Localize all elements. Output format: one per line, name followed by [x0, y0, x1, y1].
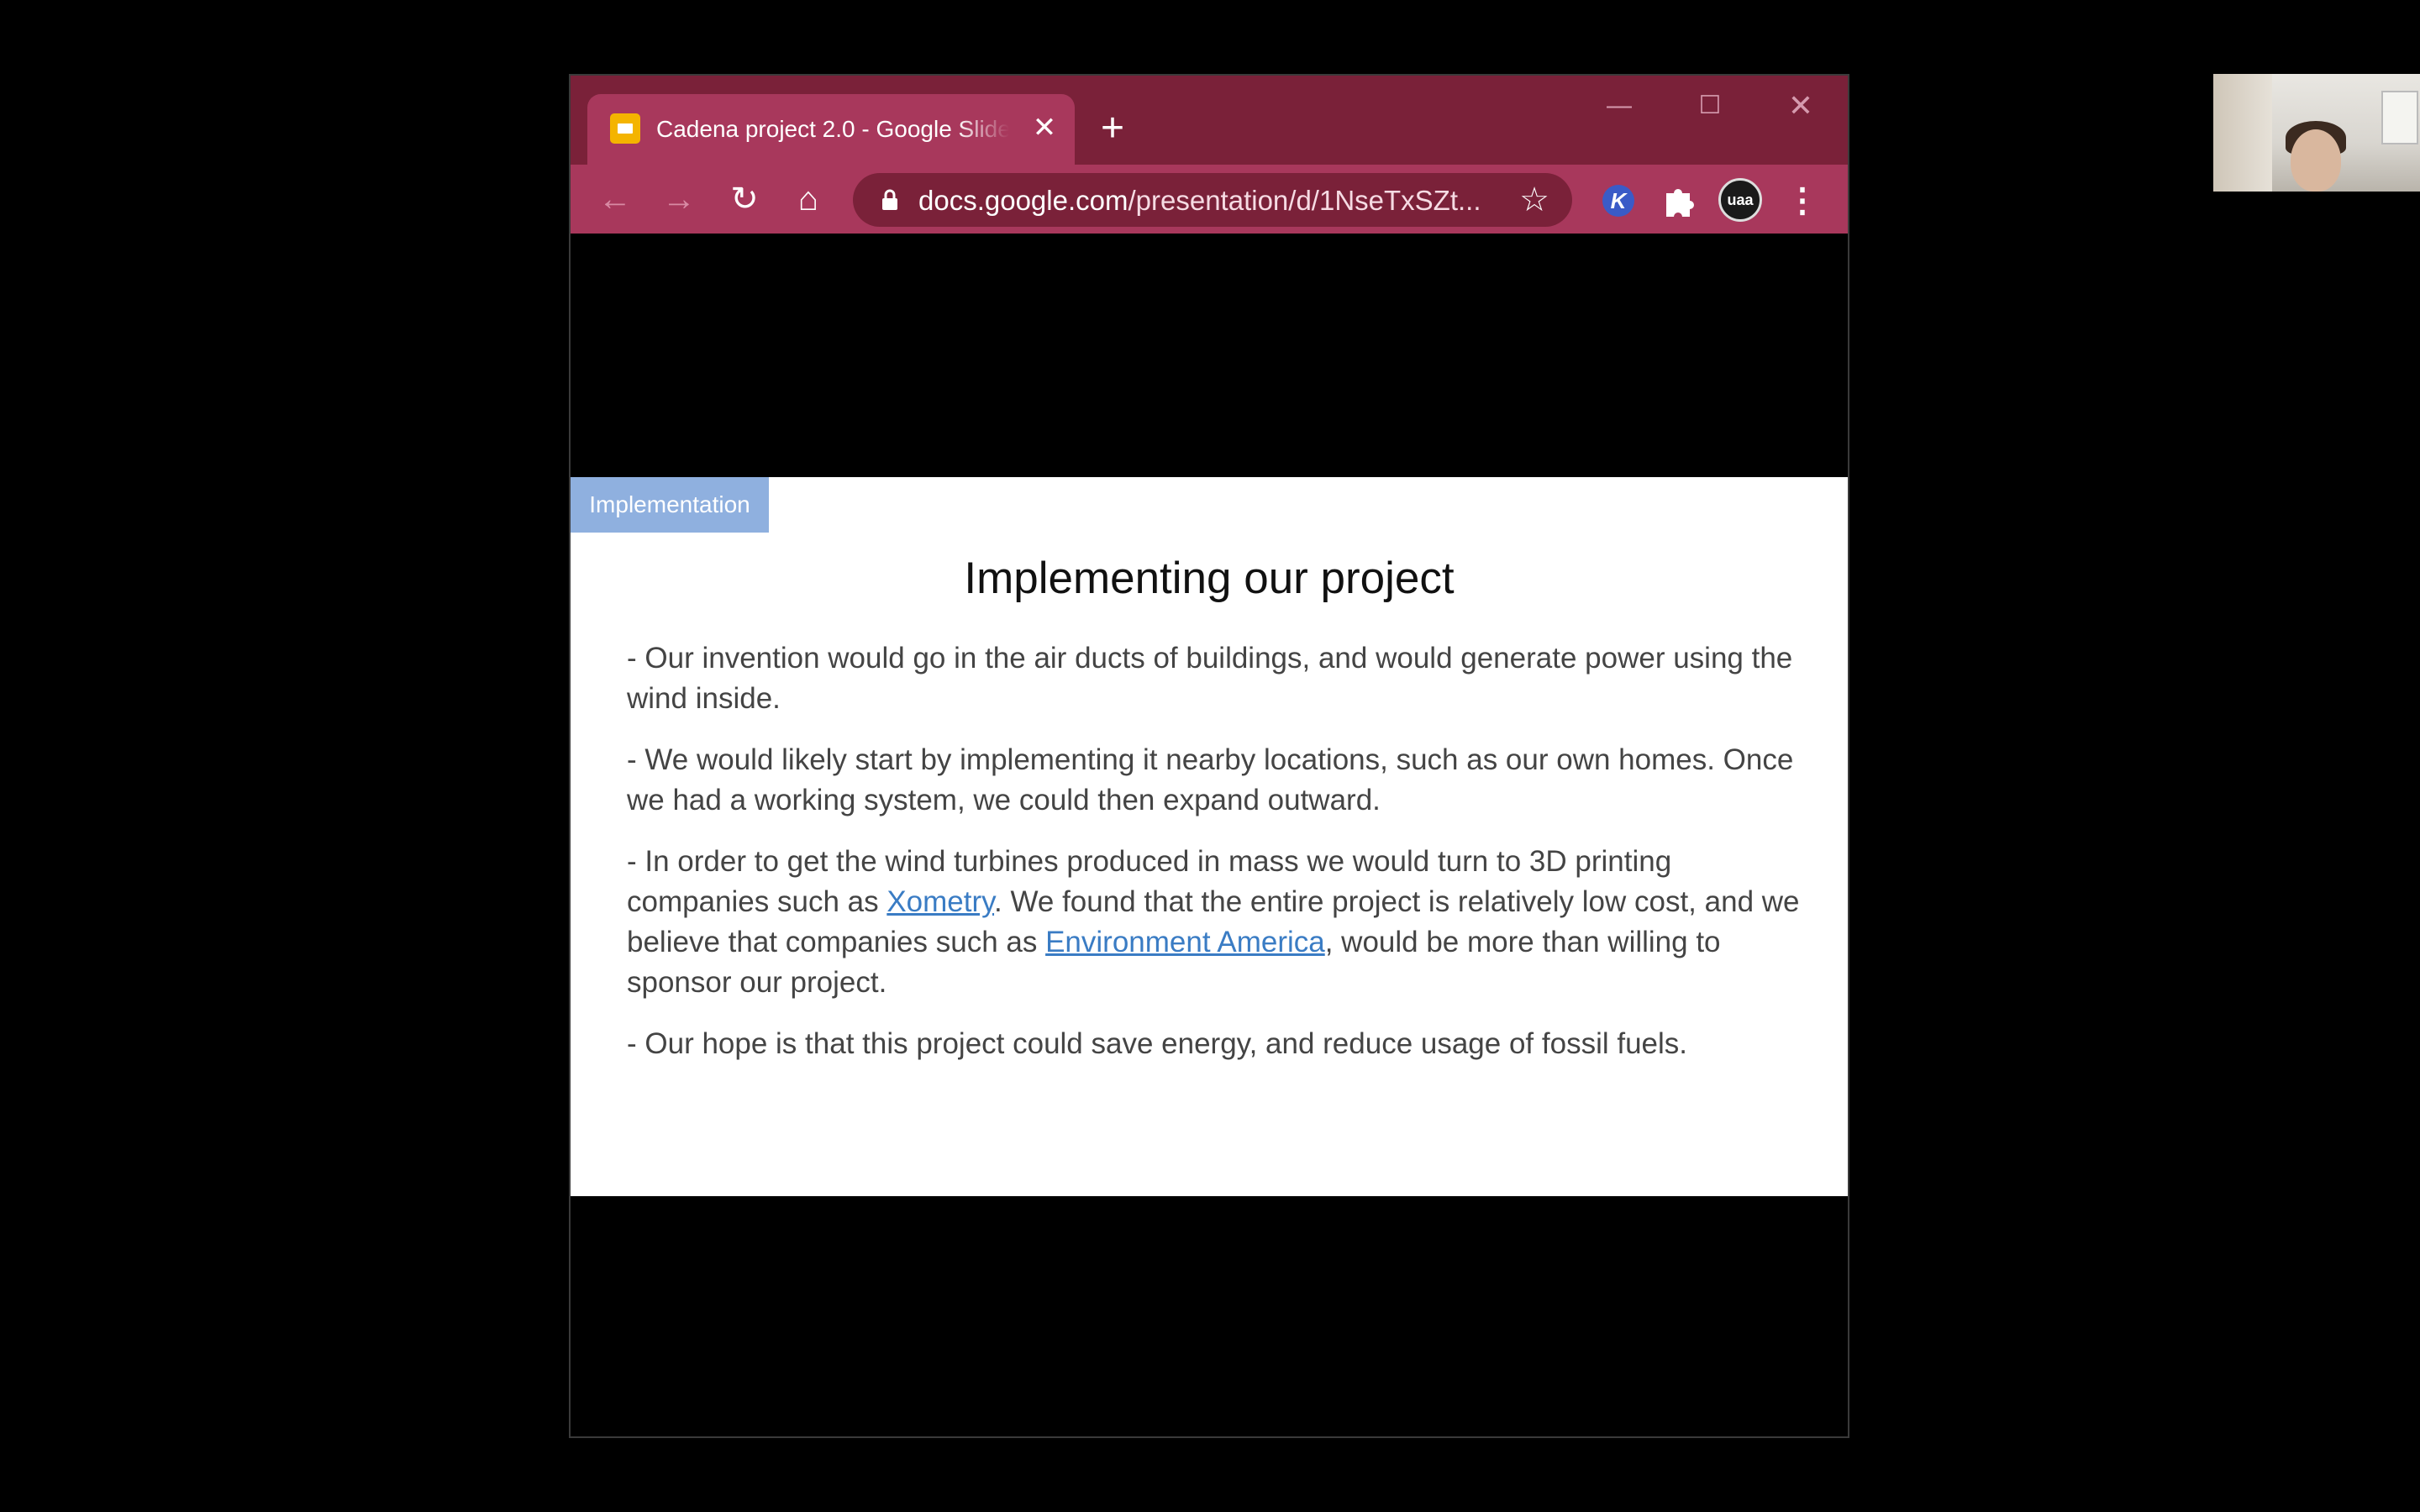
browser-window: Cadena project 2.0 - Google Slides ✕ + —…	[569, 74, 1849, 1438]
maximize-button[interactable]: ☐	[1685, 87, 1735, 124]
webcam-person-face	[2291, 129, 2341, 192]
tab-close-icon[interactable]: ✕	[1028, 111, 1061, 144]
presentation-slide: Implementation Implementing our project …	[571, 477, 1848, 1196]
bullet-item: - Our invention would go in the air duct…	[627, 642, 1793, 715]
uaa-extension-icon[interactable]: uaa	[1718, 178, 1762, 222]
url-path: /presentation/d/1NseTxSZt...	[1128, 185, 1481, 216]
tab-strip: Cadena project 2.0 - Google Slides ✕ + —…	[571, 76, 1848, 165]
slide-title: Implementing our project	[964, 554, 1455, 603]
xometry-link[interactable]: Xometry	[886, 885, 994, 918]
section-tag: Implementation	[571, 477, 769, 533]
url-text[interactable]: docs.google.com/presentation/d/1NseTxSZt…	[918, 185, 1507, 217]
forward-button[interactable]: →	[656, 176, 702, 222]
tab-active[interactable]: Cadena project 2.0 - Google Slides ✕	[587, 94, 1075, 165]
minimize-button[interactable]: —	[1594, 87, 1644, 124]
new-tab-button[interactable]: +	[1092, 108, 1134, 150]
webcam-thumbnail[interactable]	[2213, 74, 2420, 192]
lock-icon[interactable]	[878, 188, 902, 212]
address-bar[interactable]: docs.google.com/presentation/d/1NseTxSZt…	[853, 173, 1572, 227]
browser-toolbar: ← → ↻ ⌂ docs.google.com/presentation/d/1…	[571, 165, 1848, 234]
bullet-list: - Our invention would go in the air duct…	[627, 638, 1803, 1085]
k-extension-icon[interactable]: K	[1602, 185, 1634, 217]
extensions-puzzle-icon[interactable]	[1660, 181, 1698, 220]
bullet-item: - Our hope is that this project could sa…	[627, 1027, 1687, 1060]
webcam-background-window	[2381, 91, 2418, 144]
environment-america-link[interactable]: Environment America	[1045, 926, 1325, 958]
back-button[interactable]: ←	[592, 176, 638, 222]
bullet-item: - We would likely start by implementing …	[627, 743, 1794, 816]
home-button[interactable]: ⌂	[786, 176, 831, 222]
reload-button[interactable]: ↻	[722, 176, 767, 222]
google-slides-icon	[610, 113, 640, 144]
webcam-background-shelf	[2213, 74, 2272, 192]
browser-menu-icon[interactable]: ⋮	[1786, 180, 1819, 222]
close-window-button[interactable]: ✕	[1776, 87, 1826, 124]
tab-title: Cadena project 2.0 - Google Slides	[656, 116, 1009, 142]
bullet-item: - In order to get the wind turbines prod…	[627, 842, 1803, 1003]
url-host: docs.google.com	[918, 185, 1128, 216]
bookmark-star-icon[interactable]: ☆	[1513, 180, 1555, 220]
desktop-screen: Cadena project 2.0 - Google Slides ✕ + —…	[0, 0, 2420, 1512]
